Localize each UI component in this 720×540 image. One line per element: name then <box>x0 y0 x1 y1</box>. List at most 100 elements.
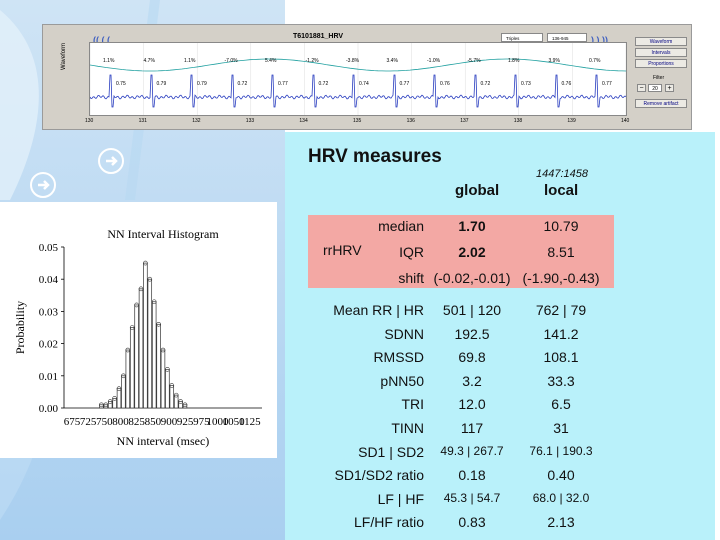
rr-change-percent: 1.1% <box>103 58 115 64</box>
waveform-ylabel: Waveform <box>61 42 67 70</box>
x-tick-label: 130 <box>85 118 94 124</box>
histogram-chart: NN Interval Histogram 0.00 0.01 0.02 0.03 0.0… <box>13 227 262 448</box>
rr-interval-value: 0.72 <box>318 81 329 87</box>
histogram-figure: NN Interval Histogram 0.00 0.01 0.02 0.03 0.0… <box>0 202 277 458</box>
rr-change-percent: -3.8% <box>346 58 360 64</box>
rr-interval-value: 0.73 <box>521 81 531 87</box>
y-tick-label: 0.02 <box>39 339 58 351</box>
rr-interval-value: 0.72 <box>480 81 491 87</box>
rr-interval-value: 0.77 <box>602 81 612 87</box>
rr-change-percent: 3.4% <box>386 58 398 64</box>
filter-label: Filter <box>653 75 665 81</box>
histogram-bar <box>178 401 183 409</box>
x-tick-label: 133 <box>245 118 255 124</box>
histogram-bar <box>165 369 170 409</box>
x-tick-label: 675 <box>64 416 81 428</box>
histogram-ylabel: Probability <box>13 301 27 354</box>
rr-interval-value: 0.79 <box>156 81 167 87</box>
histogram-bar <box>125 349 131 409</box>
x-tick-label: 825 <box>128 416 145 428</box>
x-tick-label: 800 <box>112 416 129 428</box>
histogram-bar <box>107 401 113 409</box>
x-tick-label: 140 <box>621 118 630 124</box>
y-tick-label: 0.01 <box>39 371 58 383</box>
y-tick-label: 0.05 <box>39 242 59 254</box>
histogram-bar <box>147 278 153 409</box>
x-tick-label: 138 <box>513 118 523 124</box>
waveform-title: T6101881_HRV <box>293 33 344 40</box>
local-range-label: 1447:1458 <box>536 168 588 180</box>
filter-decrease-button[interactable]: − <box>637 84 646 92</box>
x-tick-label: 925 <box>177 416 194 428</box>
proportions-button[interactable]: Proportions <box>635 59 687 68</box>
histogram-bar <box>169 385 175 409</box>
rr-interval-value: 0.79 <box>197 81 207 87</box>
hrv-metric-name: Mean RR | HR <box>333 302 424 318</box>
rrhrv-label: rrHRV <box>323 242 362 258</box>
histogram-bar <box>138 288 144 409</box>
histogram-title: NN Interval Histogram <box>107 227 219 241</box>
histogram-bar <box>134 304 139 409</box>
hrv-local-value: 68.0 | 32.0 <box>532 490 590 505</box>
rr-change-percent: 1.1% <box>184 58 196 64</box>
x-tick-label: 137 <box>460 118 469 124</box>
histogram-bar <box>116 388 122 409</box>
histogram-bar <box>121 375 126 409</box>
waveform-button[interactable]: Waveform <box>635 37 687 46</box>
rrhrv-local-value: (-1.90,-0.43) <box>522 270 600 286</box>
hrv-local-value: 2.13 <box>547 514 575 531</box>
x-tick-label: 135 <box>353 118 362 124</box>
x-tick-label: 750 <box>96 416 113 428</box>
hrv-local-value: 31 <box>553 420 569 436</box>
y-tick-label: 0.03 <box>39 306 59 318</box>
y-tick-label: 0.00 <box>39 403 59 415</box>
x-tick-label: 725 <box>80 416 97 428</box>
range-input[interactable]: 136-945 <box>547 33 587 42</box>
x-tick-label: 850 <box>145 416 162 428</box>
hrv-local-value: 0.40 <box>547 467 575 484</box>
waveform-plot[interactable] <box>89 42 627 116</box>
left-arrow-icon <box>98 148 124 174</box>
histogram-bar <box>156 323 161 409</box>
hrv-local-value: 762 | 79 <box>535 302 587 318</box>
histogram-bar <box>160 349 166 409</box>
column-global: global <box>455 182 500 199</box>
hrv-measures-panel: HRV measures 1447:1458 global local rrHR… <box>285 132 715 540</box>
right-arrow-icon <box>30 172 56 198</box>
hrv-local-value: 6.5 <box>551 396 571 413</box>
rr-interval-value: 0.76 <box>440 81 450 87</box>
x-tick-label: 139 <box>567 118 576 124</box>
x-tick-label: 132 <box>192 118 201 124</box>
histogram-xlabel: NN interval (msec) <box>117 434 210 448</box>
remove-artifact-button[interactable]: Remove artifact <box>635 99 687 108</box>
x-tick-label: 900 <box>161 416 178 428</box>
mode-select[interactable]: Triples <box>501 33 543 42</box>
rr-interval-value: 0.75 <box>116 81 126 87</box>
x-tick-label: 136 <box>406 118 415 124</box>
hrv-local-value: 33.3 <box>547 372 575 389</box>
histogram-bar <box>129 327 135 409</box>
histogram-bar <box>151 301 157 409</box>
hrv-title: HRV measures <box>308 146 442 167</box>
hrv-metric-name: SD1/SD2 ratio <box>334 467 424 484</box>
rr-interval-value: 0.77 <box>399 81 410 87</box>
rr-change-percent: -1.2% <box>305 58 319 64</box>
waveform-window: (( ( ( T6101881_HRV Triples 136-945 ) ) … <box>42 24 692 130</box>
rr-change-percent: 4.7% <box>143 58 155 64</box>
rrhrv-local-value: 8.51 <box>547 244 575 260</box>
hrv-local-value: 108.1 <box>543 349 579 366</box>
rr-interval-value: 0.74 <box>359 81 369 87</box>
filter-increase-button[interactable]: + <box>665 84 674 92</box>
x-tick-label: 131 <box>138 118 147 124</box>
x-tick-label: 1125 <box>239 416 261 428</box>
hrv-local-value: 141.2 <box>543 325 579 342</box>
rr-interval-value: 0.72 <box>237 81 248 87</box>
filter-value-input[interactable]: 20 <box>648 84 662 92</box>
rr-change-percent: -1.0% <box>427 58 441 64</box>
rr-change-percent: -7.0% <box>224 58 238 64</box>
intervals-button[interactable]: Intervals <box>635 48 687 57</box>
hrv-local-value: 76.1 | 190.3 <box>529 443 593 458</box>
rr-interval-value: 0.77 <box>278 81 288 87</box>
rr-change-percent: 1.8% <box>508 58 520 64</box>
rr-change-percent: 0.7% <box>589 58 601 64</box>
